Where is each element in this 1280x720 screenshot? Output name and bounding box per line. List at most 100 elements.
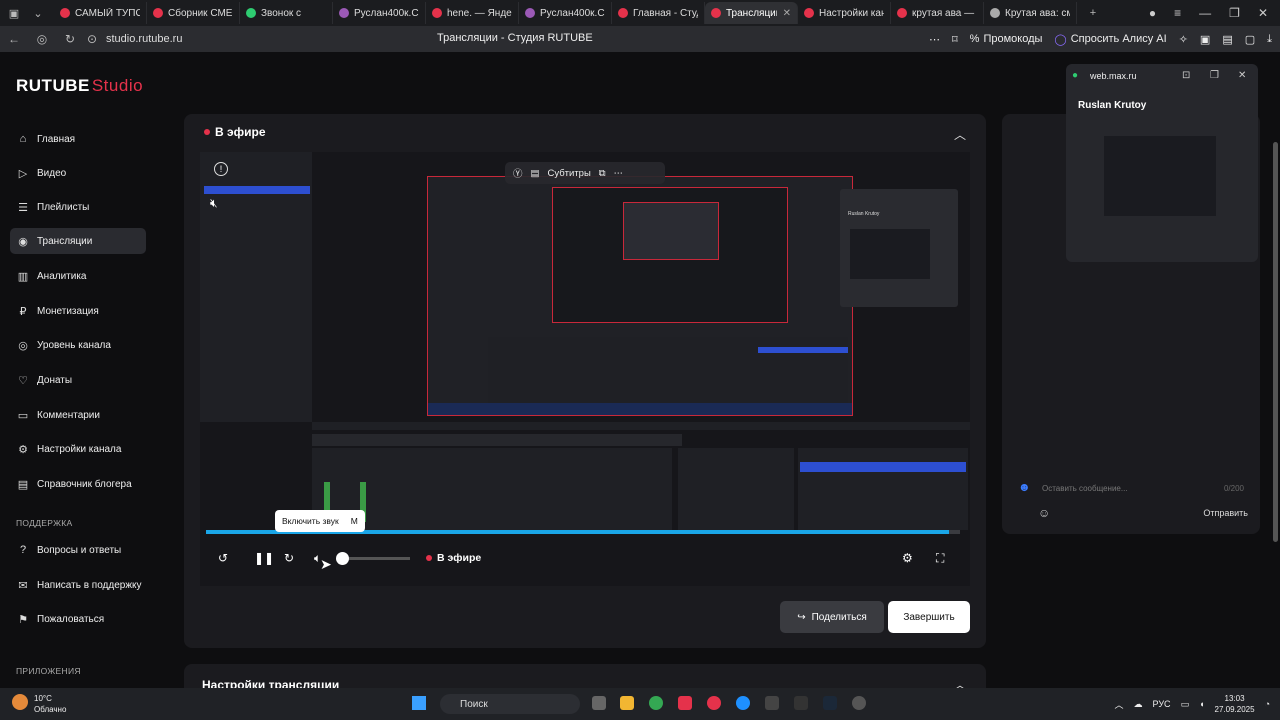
chat-input[interactable]: Оставить сообщение...: [1042, 484, 1128, 493]
logo-y-icon[interactable]: Ⓨ: [513, 166, 523, 180]
protect-icon[interactable]: ◎: [28, 32, 56, 46]
extensions-icon[interactable]: ✧: [1179, 33, 1188, 46]
back-icon[interactable]: ←: [0, 32, 28, 46]
forward-10-icon[interactable]: ↻: [284, 546, 294, 570]
sidebar-item-icon: ☰: [18, 201, 28, 214]
pip-close-icon[interactable]: ✕: [1238, 70, 1246, 81]
close-window-button[interactable]: ✕: [1258, 6, 1268, 20]
restore-button[interactable]: ❐: [1229, 6, 1240, 20]
finish-button[interactable]: Завершить: [888, 601, 970, 633]
sidebar-item[interactable]: ⚙ Настройки канала: [10, 436, 146, 462]
monitor-icon[interactable]: ▭: [1181, 699, 1190, 710]
weather-widget[interactable]: 10°C Облачно: [34, 693, 66, 715]
cloud-icon[interactable]: ☁: [1134, 699, 1143, 710]
app-icon[interactable]: [765, 696, 779, 710]
sidebar-item[interactable]: ▭ Комментарии: [10, 402, 146, 428]
new-tab-button[interactable]: +: [1083, 3, 1103, 23]
sidebar-item[interactable]: ◎ Уровень канала: [10, 332, 146, 358]
more-options-icon[interactable]: ⋯: [614, 168, 624, 179]
browser-tab[interactable]: Звонок с: [240, 2, 333, 24]
sidebar-item[interactable]: ▤ Справочник блогера: [10, 471, 146, 497]
volume-icon[interactable]: ◖: [1199, 699, 1204, 709]
alice-button[interactable]: ◯ Спросить Алису AI: [1054, 33, 1166, 46]
bookmark-icon[interactable]: ⌑: [952, 33, 958, 46]
support-item[interactable]: ⚑ Пожаловаться: [10, 606, 146, 632]
pip-icon[interactable]: ⧉: [599, 168, 606, 179]
sidebar-item[interactable]: ₽ Монетизация: [10, 298, 146, 324]
file-explorer-icon[interactable]: [620, 696, 634, 710]
sidebar-item[interactable]: ♡ Донаты: [10, 367, 146, 393]
support-item[interactable]: ? Вопросы и ответы: [10, 537, 146, 563]
info-icon[interactable]: !: [214, 162, 228, 176]
url-field[interactable]: studio.rutube.ru: [106, 33, 182, 45]
sidebar-item-icon: ₽: [19, 305, 27, 318]
tab-label: hene. — Яндекс: [447, 7, 512, 19]
collapse-chevron-icon[interactable]: ︿: [954, 126, 966, 143]
volume-slider[interactable]: [346, 557, 410, 560]
collections-icon[interactable]: ▤: [1222, 33, 1232, 46]
more-icon[interactable]: ⋯: [929, 33, 940, 46]
clock[interactable]: 13:03 27.09.2025: [1215, 693, 1255, 715]
scroll-thumb[interactable]: [1273, 142, 1278, 542]
pip-restore-icon[interactable]: ❐: [1210, 70, 1219, 81]
fullscreen-icon[interactable]: ⛶: [936, 546, 944, 570]
download-icon[interactable]: ▣: [1200, 33, 1210, 46]
sidebar-item[interactable]: ▷ Видео: [10, 160, 146, 186]
yandex-browser-icon[interactable]: [707, 696, 721, 710]
tab-close-icon[interactable]: ✕: [783, 8, 791, 19]
github-icon[interactable]: [852, 696, 866, 710]
settings-gear-icon[interactable]: ⚙: [902, 546, 913, 570]
emoji-icon[interactable]: ☺: [1038, 506, 1050, 520]
minimize-button[interactable]: —: [1199, 6, 1211, 20]
chrome-icon[interactable]: [649, 696, 663, 710]
yandex-icon[interactable]: [678, 696, 692, 710]
promo-button[interactable]: % Промокоды: [970, 33, 1043, 45]
tabs-container: САМЫЙ ТУПО Сборник СМЕ Звонок с Руслан400к.…: [54, 2, 1077, 24]
sidebar-item[interactable]: ☰ Плейлисты: [10, 194, 146, 220]
video-player[interactable]: Ruslan Krutoy ! 🔇︎ Ⓨ ▤ Субтитры ⧉ ⋯ Вклю…: [200, 152, 970, 586]
taskbar-search[interactable]: Поиск: [440, 694, 580, 714]
pause-icon[interactable]: ❚❚: [254, 546, 274, 570]
sidebar-item[interactable]: ▥ Аналитика: [10, 263, 146, 289]
support-item[interactable]: ✉ Написать в поддержку: [10, 572, 146, 598]
browser-menu-icon[interactable]: ▣: [4, 3, 24, 23]
rewind-10-icon[interactable]: ↺: [218, 546, 228, 570]
browser-tab[interactable]: Крутая ава: см: [984, 2, 1077, 24]
tab-favicon-icon: [432, 8, 442, 18]
rutube-studio-logo[interactable]: RUTUBE Studio: [16, 76, 143, 96]
task-view-icon[interactable]: [592, 696, 606, 710]
tray-chevron-icon[interactable]: ︿: [1115, 698, 1124, 711]
tray-lang[interactable]: РУС: [1153, 699, 1171, 709]
sidebar-item[interactable]: ◉ Трансляции: [10, 228, 146, 254]
edge-icon[interactable]: [736, 696, 750, 710]
subtitles-button[interactable]: Субтитры: [548, 168, 591, 179]
browser-tab[interactable]: крутая ава — Я: [891, 2, 984, 24]
menu-icon[interactable]: ≡: [1174, 6, 1181, 20]
share-button[interactable]: ↪ Поделиться: [780, 601, 884, 633]
notifications-icon[interactable]: ◔: [1265, 699, 1270, 709]
volume-knob[interactable]: [336, 552, 349, 565]
profile-icon[interactable]: ●: [1149, 6, 1156, 20]
steam-icon[interactable]: [823, 696, 837, 710]
browser-tab[interactable]: САМЫЙ ТУПО: [54, 2, 147, 24]
sidebar-item[interactable]: ⌂ Главная: [10, 126, 146, 152]
muted-speaker-icon[interactable]: 🔇︎: [210, 196, 218, 211]
obs-icon[interactable]: [794, 696, 808, 710]
browser-tab[interactable]: Руслан400к.Сн: [519, 2, 612, 24]
tab-label: крутая ава — Я: [912, 7, 977, 19]
browser-tab[interactable]: Настройки кан: [798, 2, 891, 24]
download-arrow-icon[interactable]: ⤓: [1267, 33, 1272, 46]
pip-window[interactable]: ● web.max.ru ⊡ ❐ ✕ Ruslan Krutoy: [1066, 64, 1258, 262]
browser-tab[interactable]: Трансляции ✕: [705, 2, 798, 24]
windows-start-icon[interactable]: [412, 696, 426, 710]
page-scrollbar[interactable]: [1270, 52, 1280, 688]
browser-tab[interactable]: Сборник СМЕ: [147, 2, 240, 24]
profile-avatar-icon[interactable]: ▢: [1245, 33, 1255, 46]
reload-icon[interactable]: ↻: [56, 32, 84, 46]
weather-icon[interactable]: [12, 694, 28, 710]
browser-tab[interactable]: hene. — Яндекс: [426, 2, 519, 24]
send-button[interactable]: Отправить: [1203, 508, 1248, 518]
browser-tab[interactable]: Главная - Студ: [612, 2, 705, 24]
browser-tab[interactable]: Руслан400к.Сн: [333, 2, 426, 24]
tab-list-chevron-icon[interactable]: ⌄: [28, 3, 48, 23]
